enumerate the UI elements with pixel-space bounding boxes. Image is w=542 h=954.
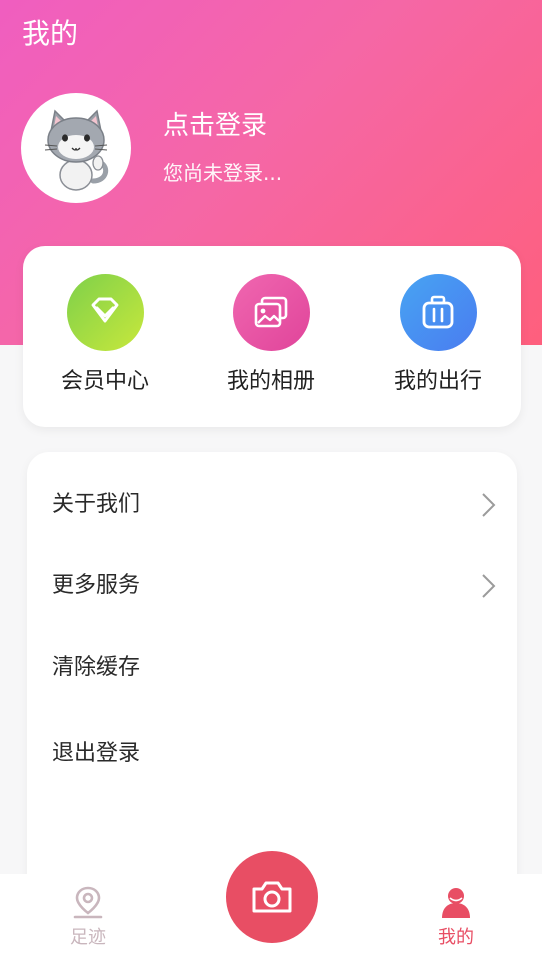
avatar[interactable]: [21, 93, 131, 203]
menu-item-clear-cache[interactable]: 清除缓存: [52, 648, 497, 688]
menu-item-more-services[interactable]: 更多服务: [52, 566, 497, 606]
cat-avatar-icon: [44, 109, 109, 191]
tab-label: 足迹: [70, 927, 106, 948]
quick-action-label: 会员中心: [60, 369, 149, 394]
camera-icon: [252, 881, 292, 913]
location-pin-icon: [73, 886, 103, 919]
menu-item-logout[interactable]: 退出登录: [52, 734, 497, 774]
quick-action-label: 我的相册: [226, 369, 315, 394]
quick-action-member-center[interactable]: 会员中心: [25, 274, 185, 397]
album-icon: [232, 274, 310, 351]
quick-actions-card: 会员中心 我的相册 我的出行: [23, 246, 521, 427]
quick-action-my-travel[interactable]: 我的出行: [358, 274, 518, 397]
menu-item-label: 清除缓存: [52, 655, 141, 680]
login-status-text: 您尚未登录...: [163, 161, 283, 185]
quick-action-my-album[interactable]: 我的相册: [191, 274, 351, 397]
quick-action-label: 我的出行: [393, 369, 482, 394]
user-icon: [442, 888, 470, 918]
login-link[interactable]: 点击登录: [163, 108, 267, 144]
menu-item-label: 退出登录: [52, 741, 141, 766]
menu-item-label: 更多服务: [52, 573, 141, 598]
chevron-right-icon: [482, 493, 496, 517]
tab-label: 我的: [438, 927, 474, 948]
menu-item-about-us[interactable]: 关于我们: [52, 485, 497, 525]
page-title: 我的: [22, 17, 79, 50]
menu-item-label: 关于我们: [52, 492, 141, 517]
camera-button[interactable]: [226, 851, 318, 943]
tab-footprints[interactable]: 足迹: [48, 884, 128, 950]
diamond-icon: [66, 274, 144, 351]
tab-mine[interactable]: 我的: [416, 884, 496, 950]
suitcase-icon: [399, 274, 477, 351]
chevron-right-icon: [482, 574, 496, 598]
